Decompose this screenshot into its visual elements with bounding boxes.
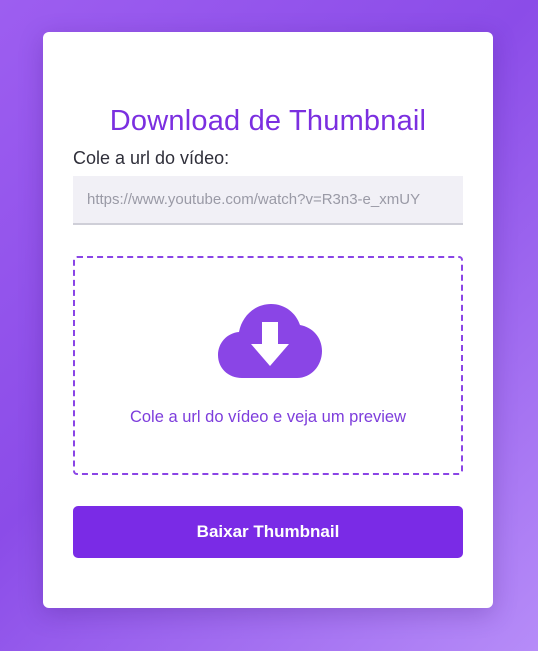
preview-dropzone: Cole a url do vídeo e veja um preview: [73, 256, 463, 475]
preview-placeholder-text: Cole a url do vídeo e veja um preview: [129, 408, 407, 426]
video-url-input[interactable]: [73, 176, 463, 225]
download-thumbnail-button[interactable]: Baixar Thumbnail: [73, 506, 463, 558]
url-label: Cole a url do vídeo:: [73, 148, 230, 168]
thumbnail-card: Download de Thumbnail Cole a url do víde…: [43, 32, 493, 608]
cloud-download-icon: [218, 304, 322, 378]
page-title: Download de Thumbnail: [109, 105, 427, 137]
